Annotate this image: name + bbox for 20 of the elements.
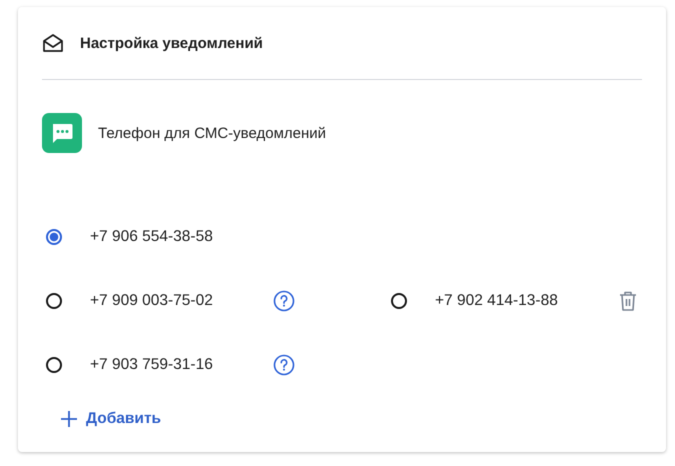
phone-number: +7 902 414-13-88 [435,292,559,310]
radio-button[interactable] [391,293,407,309]
delete-button[interactable] [618,290,638,312]
plus-icon [60,410,78,428]
phone-number: +7 903 759-31-16 [90,356,214,374]
section-label: Телефон для СМС-уведомлений [98,124,326,142]
phone-number: +7 909 003-75-02 [90,292,214,310]
add-button[interactable]: Добавить [60,410,162,428]
card-title: Настройка уведомлений [80,34,263,52]
help-button[interactable] [273,354,295,376]
help-icon [273,290,295,312]
trash-icon [618,290,638,312]
radio-button[interactable] [46,357,62,373]
help-icon [273,354,295,376]
envelope-icon [42,33,64,53]
help-button[interactable] [273,290,295,312]
radio-button[interactable] [46,293,62,309]
radio-button[interactable] [46,229,62,245]
phone-number: +7 906 554-38-58 [90,228,214,246]
sms-icon [42,113,82,153]
